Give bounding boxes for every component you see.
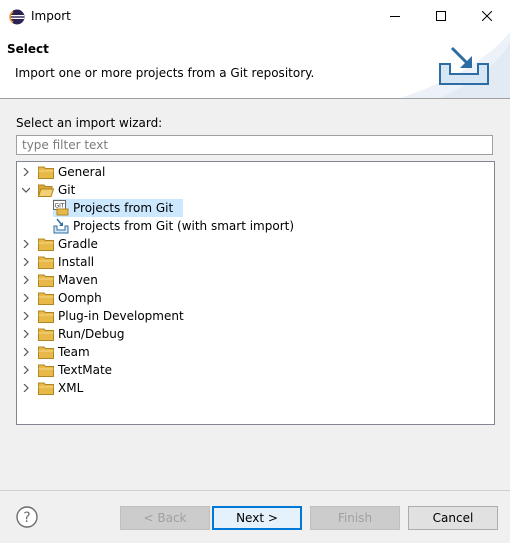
folder-open-icon xyxy=(38,184,54,197)
folder-icon xyxy=(38,382,54,395)
filter-input[interactable] xyxy=(16,135,493,155)
title-bar: Import xyxy=(0,0,510,32)
svg-text:GIT: GIT xyxy=(55,203,65,210)
smart-import-icon xyxy=(53,218,69,234)
tree-item-xml[interactable]: XML xyxy=(17,379,494,397)
maximize-button[interactable] xyxy=(418,0,464,32)
tree-item-label: General xyxy=(58,165,106,179)
next-button[interactable]: Next > xyxy=(212,506,302,530)
tree-item-label: Team xyxy=(58,345,90,359)
tree-item-label: Install xyxy=(58,255,95,269)
tree-item-plug-in-development[interactable]: Plug-in Development xyxy=(17,307,494,325)
wizard-tree[interactable]: General Git GIT Projects from Git Projec… xyxy=(16,161,495,425)
tree-item-label: XML xyxy=(58,381,84,395)
chevron-right-icon[interactable] xyxy=(22,312,30,320)
folder-icon xyxy=(38,328,54,341)
minimize-icon xyxy=(390,16,400,17)
close-icon xyxy=(482,11,492,21)
tree-item-projects-from-git[interactable]: GIT Projects from Git xyxy=(17,199,494,217)
tree-item-git[interactable]: Git xyxy=(17,181,494,199)
maximize-icon xyxy=(436,11,446,21)
tree-item-label: Run/Debug xyxy=(58,327,125,341)
tree-item-projects-from-git-smart-import[interactable]: Projects from Git (with smart import) xyxy=(17,217,494,235)
tree-item-maven[interactable]: Maven xyxy=(17,271,494,289)
window-title: Import xyxy=(31,9,71,23)
wizard-page-description: Import one or more projects from a Git r… xyxy=(15,66,315,80)
tree-item-textmate[interactable]: TextMate xyxy=(17,361,494,379)
chevron-right-icon[interactable] xyxy=(22,348,30,356)
folder-icon xyxy=(38,166,54,179)
chevron-right-icon[interactable] xyxy=(22,330,30,338)
folder-icon xyxy=(38,346,54,359)
folder-icon xyxy=(38,364,54,377)
tree-item-label: Plug-in Development xyxy=(58,309,184,323)
chevron-right-icon[interactable] xyxy=(22,366,30,374)
wizard-page-title: Select xyxy=(7,42,49,56)
chevron-right-icon[interactable] xyxy=(22,384,30,392)
tree-item-label: TextMate xyxy=(58,363,113,377)
chevron-right-icon[interactable] xyxy=(22,276,30,284)
chevron-right-icon[interactable] xyxy=(22,294,30,302)
folder-icon xyxy=(38,274,54,287)
tree-item-label: Git xyxy=(58,183,76,197)
folder-icon xyxy=(38,238,54,251)
folder-icon xyxy=(38,292,54,305)
chevron-down-icon[interactable] xyxy=(22,186,30,194)
tree-item-gradle[interactable]: Gradle xyxy=(17,235,494,253)
tree-item-label: Projects from Git (with smart import) xyxy=(73,219,295,233)
tree-item-team[interactable]: Team xyxy=(17,343,494,361)
svg-text:?: ? xyxy=(23,510,30,526)
cancel-button[interactable]: Cancel xyxy=(408,506,498,530)
back-button[interactable]: < Back xyxy=(120,506,210,530)
tree-item-install[interactable]: Install xyxy=(17,253,494,271)
eclipse-icon xyxy=(9,9,25,25)
tree-item-label: Gradle xyxy=(58,237,98,251)
footer-separator xyxy=(0,490,510,491)
git-projects-icon: GIT xyxy=(53,200,69,216)
chevron-right-icon[interactable] xyxy=(22,240,30,248)
folder-icon xyxy=(38,256,54,269)
tree-item-run-debug[interactable]: Run/Debug xyxy=(17,325,494,343)
tree-item-label: Projects from Git xyxy=(73,201,174,215)
help-icon[interactable]: ? xyxy=(16,506,38,528)
finish-button[interactable]: Finish xyxy=(310,506,400,530)
tree-item-label: Maven xyxy=(58,273,98,287)
wizard-list-label: Select an import wizard: xyxy=(16,116,163,130)
import-tray-icon xyxy=(439,46,489,85)
chevron-right-icon[interactable] xyxy=(22,168,30,176)
close-button[interactable] xyxy=(464,0,510,32)
folder-icon xyxy=(38,310,54,323)
tree-item-label: Oomph xyxy=(58,291,102,305)
wizard-header: Select Import one or more projects from … xyxy=(0,32,510,99)
chevron-right-icon[interactable] xyxy=(22,258,30,266)
minimize-button[interactable] xyxy=(372,0,418,32)
tree-item-oomph[interactable]: Oomph xyxy=(17,289,494,307)
tree-item-general[interactable]: General xyxy=(17,163,494,181)
